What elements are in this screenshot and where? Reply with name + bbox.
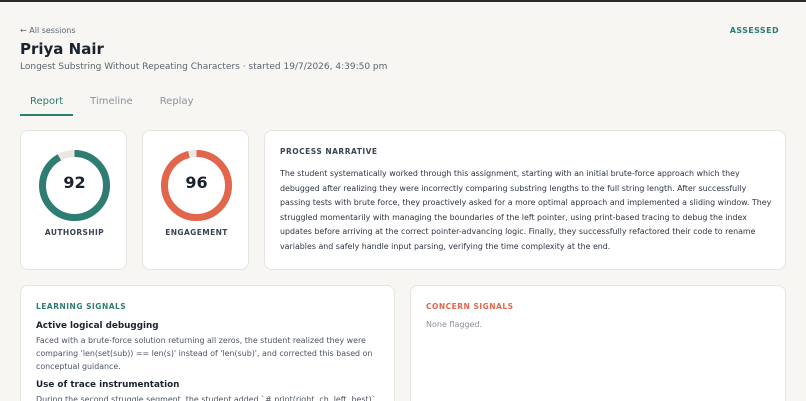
- process-narrative-text: The student systematically worked throug…: [280, 169, 772, 251]
- signal-description: During the second struggle segment, the …: [36, 395, 376, 401]
- status-badge: ASSESSED: [729, 26, 779, 35]
- process-narrative-card: PROCESS NARRATIVE The student systematic…: [264, 130, 786, 270]
- authorship-card: 92 AUTHORSHIP: [20, 130, 127, 270]
- engagement-score-value: 96: [185, 173, 208, 192]
- authorship-score-value: 92: [63, 173, 86, 192]
- engagement-card: 96 ENGAGEMENT: [142, 130, 249, 270]
- student-name: Priya Nair: [20, 40, 104, 58]
- learning-signals-title: LEARNING SIGNALS: [36, 302, 127, 311]
- signal-title: Use of trace instrumentation: [36, 380, 180, 390]
- authorship-label: AUTHORSHIP: [44, 228, 105, 237]
- back-link[interactable]: ← All sessions: [20, 26, 76, 35]
- concern-empty-text: None flagged.: [426, 320, 483, 329]
- signal-title: Active logical debugging: [36, 321, 159, 331]
- tab-bar: Report Timeline Replay: [20, 94, 211, 116]
- concern-signals-title: CONCERN SIGNALS: [426, 302, 514, 311]
- tab-replay[interactable]: Replay: [150, 94, 204, 116]
- session-meta: Longest Substring Without Repeating Char…: [20, 62, 388, 72]
- engagement-label: ENGAGEMENT: [165, 228, 228, 237]
- tab-report[interactable]: Report: [20, 94, 74, 116]
- learning-signals-card: LEARNING SIGNALS Active logical debuggin…: [20, 285, 395, 401]
- signal-description: Faced with a brute-force solution return…: [36, 336, 373, 371]
- process-narrative-title: PROCESS NARRATIVE: [280, 147, 378, 156]
- tab-timeline[interactable]: Timeline: [80, 94, 143, 116]
- concern-signals-card: CONCERN SIGNALS None flagged.: [410, 285, 786, 401]
